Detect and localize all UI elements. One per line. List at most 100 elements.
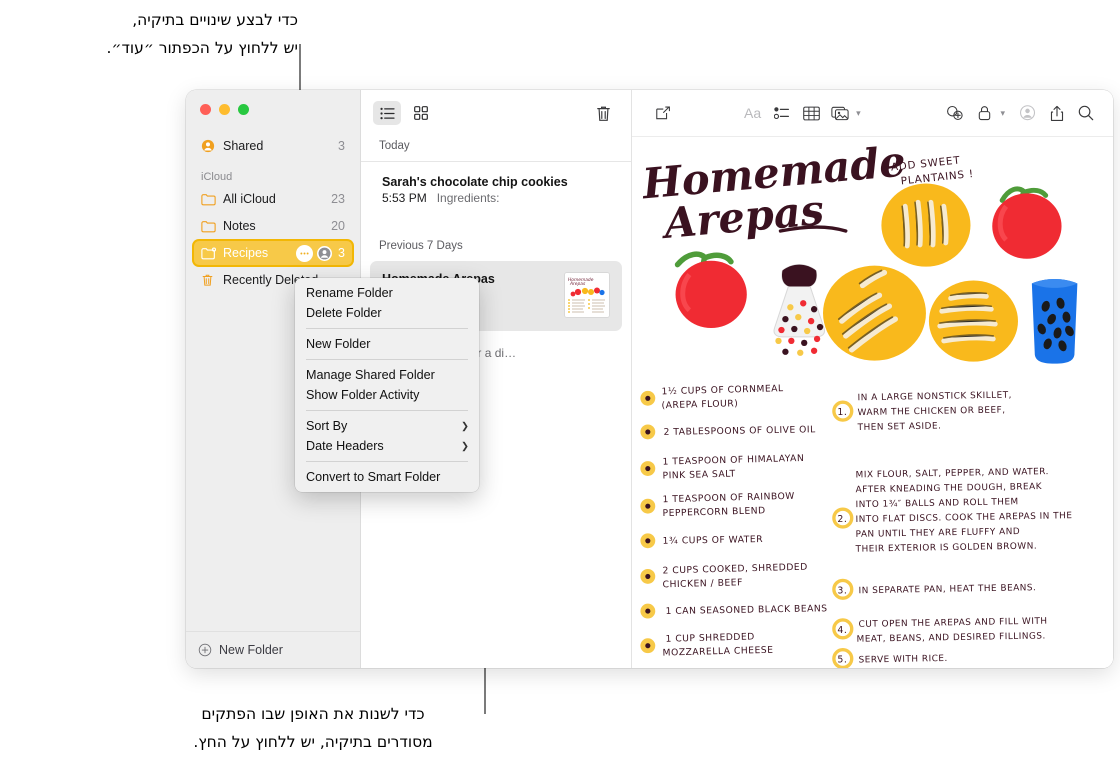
notes-group-header: Previous 7 Days [379,240,463,252]
illustration-bean-jar [1031,279,1078,364]
chevron-right-icon: ❯ [461,440,469,452]
folder-participants-icon[interactable] [317,245,333,261]
list-view-icon [379,107,395,119]
add-people-button[interactable] [1013,99,1042,127]
note-text-block: Sarah's chocolate chip cookies 5:53 PM I… [382,175,610,205]
menu-item-label: New Folder [306,337,371,351]
sidebar-item-recipes[interactable]: Recipes 3 [194,241,352,265]
screenshot-root: כדי לבצע שינויים בתיקיה, יש ללחוץ על הכפ… [0,0,1120,771]
menu-item-new-folder[interactable]: New Folder [295,334,479,354]
search-icon [1078,105,1094,121]
add-people-icon [1019,105,1035,121]
share-icon [1050,105,1064,121]
format-aa-icon: Aa [744,105,762,121]
compose-icon [655,106,670,120]
svg-text:1¾ CUPS OF WATER: 1¾ CUPS OF WATER [663,534,764,547]
svg-text:Arepas: Arepas [569,281,586,287]
gallery-view-icon [414,106,428,120]
delete-note-button[interactable] [589,101,617,125]
lock-button[interactable] [970,99,999,127]
ingredient-bullet [640,569,656,584]
gallery-view-button[interactable] [407,101,435,125]
menu-separator [306,328,468,329]
trash-icon [596,106,610,121]
shared-folder-icon [201,247,218,260]
list-view-button[interactable] [373,101,401,125]
ingredient-bullet [640,390,656,406]
menu-item-manage-shared-folder[interactable]: Manage Shared Folder [295,365,479,385]
lock-chevron-down-icon[interactable]: ▾ [1000,108,1005,119]
share-button[interactable] [1042,99,1071,127]
zoom-button[interactable] [238,104,249,115]
folder-context-menu[interactable]: Rename Folder Delete Folder New Folder M… [295,278,479,492]
sidebar-item-label: Recipes [223,246,269,260]
menu-item-label: Rename Folder [306,286,393,300]
ingredient-bullet [640,461,656,476]
media-chevron-down-icon[interactable]: ▾ [856,108,861,119]
lock-icon [979,106,991,121]
ellipsis-icon [300,252,309,254]
sidebar-item-label: Notes [223,219,256,233]
sidebar-item-label: Shared [223,139,264,153]
svg-text:SERVE WITH RICE.: SERVE WITH RICE. [859,654,948,666]
checklist-icon [773,107,789,120]
sidebar-item-count: 20 [331,219,345,233]
svg-text:PINK SEA SALT: PINK SEA SALT [662,469,735,482]
sidebar-item-count: 3 [338,246,345,260]
chevron-right-icon: ❯ [461,420,469,432]
svg-text:2.: 2. [837,514,847,525]
menu-separator [306,461,468,462]
svg-text:3.: 3. [837,585,847,596]
close-button[interactable] [200,104,211,115]
folder-icon [201,193,218,206]
ingredient-bullet [640,498,656,514]
svg-text:1.: 1. [837,407,847,418]
sidebar-item-count: 3 [338,139,345,153]
menu-item-label: Manage Shared Folder [306,368,435,382]
markup-button[interactable] [941,99,970,127]
folder-more-button[interactable] [296,244,314,262]
note-time: 5:53 PM [382,191,427,205]
svg-text:CHICKEN / BEEF: CHICKEN / BEEF [662,577,742,590]
minimize-button[interactable] [219,104,230,115]
menu-item-rename-folder[interactable]: Rename Folder [295,283,479,303]
sidebar-item-label: All iCloud [223,192,276,206]
menu-item-convert-to-smart-folder[interactable]: Convert to Smart Folder [295,467,479,487]
table-button[interactable] [797,99,826,127]
media-icon [831,106,849,120]
sidebar-item-all-icloud[interactable]: All iCloud 23 [194,187,352,211]
ingredient-bullet [640,603,656,619]
sidebar-item-count: 23 [331,192,345,206]
note-snippet: Ingredients: [436,191,500,205]
note-subtitle: 5:53 PM Ingredients: [382,191,610,205]
trash-icon [201,273,218,287]
format-button[interactable]: Aa [738,99,767,127]
new-folder-button[interactable]: New Folder [186,631,360,668]
annotation-bottom: כדי לשנות את האופן שבו הפתקים מסודרים בת… [193,705,433,751]
compose-button[interactable] [648,99,677,127]
svg-text:4.: 4. [837,625,847,636]
sidebar-item-shared[interactable]: Shared 3 [194,134,352,158]
media-button[interactable] [826,99,855,127]
menu-item-date-headers[interactable]: Date Headers ❯ [295,436,479,456]
sidebar-item-notes[interactable]: Notes 20 [194,214,352,238]
menu-item-delete-folder[interactable]: Delete Folder [295,303,479,323]
menu-item-sort-by[interactable]: Sort By ❯ [295,416,479,436]
menu-item-label: Date Headers [306,439,384,453]
menu-item-label: Show Folder Activity [306,388,420,402]
menu-separator [306,359,468,360]
ingredient-bullet [640,424,656,440]
menu-item-show-folder-activity[interactable]: Show Folder Activity [295,385,479,405]
sidebar-section-icloud: iCloud [201,171,233,183]
search-button[interactable] [1072,99,1101,127]
note-list-item[interactable]: Sarah's chocolate chip cookies 5:53 PM I… [370,162,622,218]
checklist-button[interactable] [767,99,796,127]
illustration-arepa-1 [881,183,971,267]
note-canvas[interactable]: Homemade Arepas ADD SWEET PLANTAINS ! 1½… [632,137,1113,668]
notes-list-toolbar [361,90,631,136]
illustration-arepa-2 [823,265,926,361]
new-folder-label: New Folder [219,643,283,657]
table-icon [802,106,820,120]
svg-text:THEN SET ASIDE.: THEN SET ASIDE. [857,421,942,432]
ingredient-bullet [640,638,656,654]
